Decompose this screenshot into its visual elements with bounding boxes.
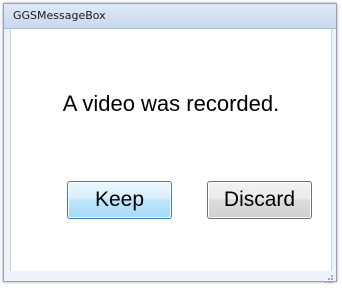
discard-button-label: Discard bbox=[223, 188, 296, 211]
keep-button[interactable]: Keep bbox=[67, 181, 172, 219]
resize-grip-icon[interactable] bbox=[324, 269, 334, 283]
keep-button-label: Keep bbox=[94, 188, 145, 211]
message-box-window: GGSMessageBox A video was recorded. Keep… bbox=[3, 3, 337, 283]
dialog-content: A video was recorded. Keep Discard bbox=[10, 29, 332, 273]
discard-button[interactable]: Discard bbox=[207, 181, 312, 219]
window-title: GGSMessageBox bbox=[13, 9, 106, 22]
title-bar[interactable]: GGSMessageBox bbox=[4, 4, 336, 29]
window-bottom-frame bbox=[4, 271, 336, 281]
dialog-message: A video was recorded. bbox=[62, 91, 280, 116]
